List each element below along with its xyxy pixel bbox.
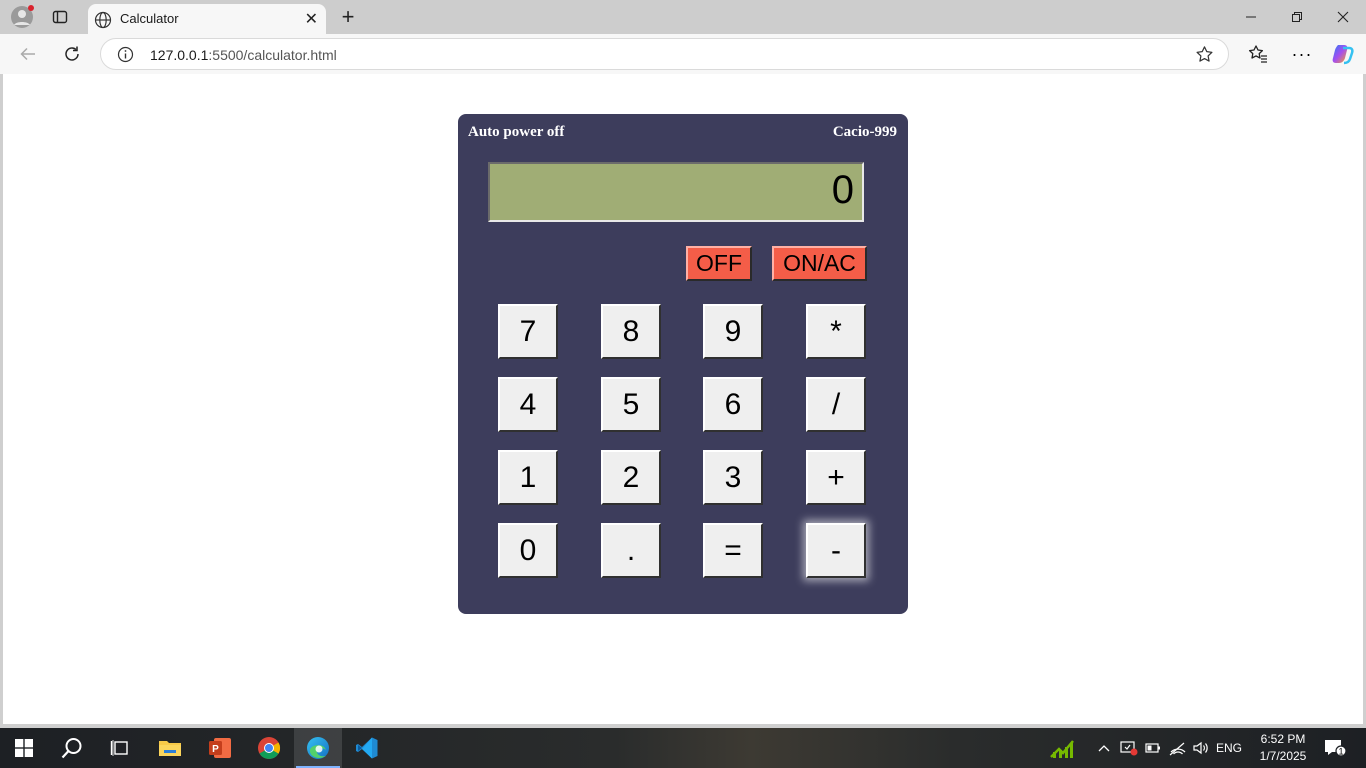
clock[interactable]: 6:52 PM 1/7/2025 xyxy=(1252,728,1314,768)
notification-icon[interactable]: 1 xyxy=(1320,728,1350,768)
taskbar: P ENG 6:52 PM 1/7/2025 1 xyxy=(0,728,1366,768)
task-view-icon[interactable] xyxy=(96,728,144,768)
start-icon[interactable] xyxy=(0,728,48,768)
favorites-icon[interactable] xyxy=(1244,40,1272,68)
key-equals[interactable]: = xyxy=(703,523,763,578)
file-explorer-icon[interactable] xyxy=(146,728,194,768)
search-icon[interactable] xyxy=(48,728,96,768)
tab-actions-icon[interactable] xyxy=(46,0,74,34)
more-options-icon[interactable]: ··· xyxy=(1288,40,1316,68)
clock-time: 6:52 PM xyxy=(1260,732,1306,746)
tab-calculator[interactable]: Calculator ✕ xyxy=(88,4,326,34)
performance-graph-icon[interactable] xyxy=(1046,728,1078,768)
browser-toolbar: 127.0.0.1:5500/calculator.html ··· xyxy=(0,34,1366,74)
key-8[interactable]: 8 xyxy=(601,304,661,359)
key-9[interactable]: 9 xyxy=(703,304,763,359)
vscode-icon[interactable] xyxy=(343,728,391,768)
site-info-icon[interactable] xyxy=(117,46,134,68)
key-3[interactable]: 3 xyxy=(703,450,763,505)
calculator-body: Auto power off Cacio-999 0 OFF ON/AC 7 8… xyxy=(458,114,908,614)
clock-date: 1/7/2025 xyxy=(1259,749,1307,763)
network-icon[interactable] xyxy=(1167,728,1189,768)
url-text: 127.0.0.1:5500/calculator.html xyxy=(150,47,337,63)
restore-icon[interactable] xyxy=(1274,0,1320,34)
browser-title-bar: Calculator ✕ + xyxy=(0,0,1366,34)
copilot-icon[interactable] xyxy=(1329,40,1357,68)
security-alert-icon[interactable] xyxy=(1118,728,1140,768)
page-viewport: Auto power off Cacio-999 0 OFF ON/AC 7 8… xyxy=(3,74,1363,724)
chevron-up-icon[interactable] xyxy=(1094,728,1114,768)
tab-close-icon[interactable]: ✕ xyxy=(305,9,318,29)
key-0[interactable]: 0 xyxy=(498,523,558,578)
key-add[interactable]: + xyxy=(806,450,866,505)
battery-icon[interactable] xyxy=(1143,728,1163,768)
volume-icon[interactable] xyxy=(1190,728,1212,768)
off-button[interactable]: OFF xyxy=(686,246,752,281)
globe-icon xyxy=(94,11,112,34)
key-divide[interactable]: / xyxy=(806,377,866,432)
chrome-icon[interactable] xyxy=(245,728,293,768)
favorite-star-icon[interactable] xyxy=(1195,45,1214,69)
model-label: Cacio-999 xyxy=(832,124,897,140)
key-1[interactable]: 1 xyxy=(498,450,558,505)
language-indicator[interactable]: ENG xyxy=(1216,728,1242,768)
on-ac-button[interactable]: ON/AC xyxy=(772,246,867,281)
auto-power-off-label: Auto power off xyxy=(468,124,565,140)
key-multiply[interactable]: * xyxy=(806,304,866,359)
edge-icon[interactable] xyxy=(294,728,342,768)
powerpoint-icon[interactable]: P xyxy=(196,728,244,768)
key-5[interactable]: 5 xyxy=(601,377,661,432)
back-arrow-icon[interactable] xyxy=(14,40,42,68)
key-6[interactable]: 6 xyxy=(703,377,763,432)
key-subtract[interactable]: - xyxy=(806,523,866,578)
key-4[interactable]: 4 xyxy=(498,377,558,432)
key-7[interactable]: 7 xyxy=(498,304,558,359)
profile-avatar-icon[interactable] xyxy=(8,0,36,34)
key-2[interactable]: 2 xyxy=(601,450,661,505)
minimize-icon[interactable] xyxy=(1228,0,1274,34)
calculator-display: 0 xyxy=(488,162,864,222)
tab-title: Calculator xyxy=(120,11,179,26)
key-decimal[interactable]: . xyxy=(601,523,661,578)
svg-text:P: P xyxy=(212,744,219,755)
reload-icon[interactable] xyxy=(58,40,86,68)
new-tab-icon[interactable]: + xyxy=(334,0,362,34)
address-bar[interactable]: 127.0.0.1:5500/calculator.html xyxy=(100,38,1229,70)
notification-count: 1 xyxy=(1338,747,1343,757)
close-window-icon[interactable] xyxy=(1320,0,1366,34)
